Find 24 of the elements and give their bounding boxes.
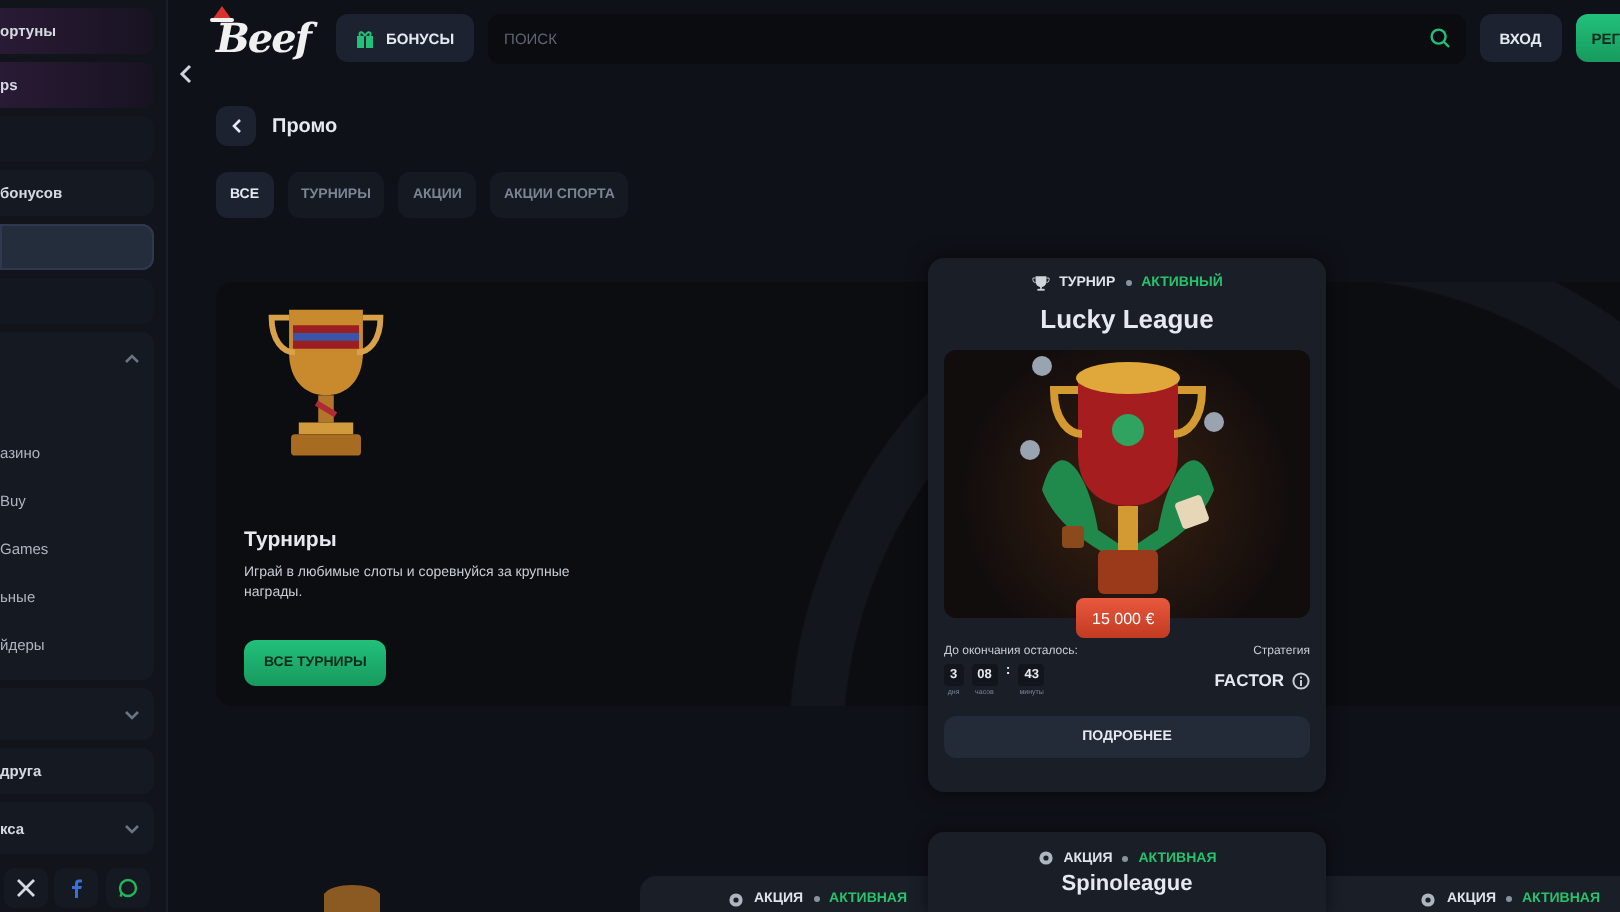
whatsapp-icon[interactable] <box>118 878 139 898</box>
page-title: Промо <box>272 115 338 137</box>
hat-icon <box>210 4 234 22</box>
trophy-icon <box>1031 274 1050 292</box>
back-button[interactable] <box>216 106 256 146</box>
chevron-down-icon[interactable] <box>122 819 142 837</box>
info-icon <box>1292 671 1310 689</box>
chevron-up-icon[interactable] <box>122 349 142 367</box>
prize-badge: 15 000 € <box>1076 598 1171 638</box>
chevron-down-icon[interactable] <box>122 705 142 723</box>
strategy-name: FACTOR <box>1214 670 1284 690</box>
chevron-left-icon[interactable] <box>178 64 194 84</box>
x-icon[interactable] <box>15 878 36 898</box>
separator-dot <box>1125 280 1132 286</box>
search-icon <box>1429 28 1450 48</box>
section-title: Турниры <box>244 527 339 552</box>
separator-dot <box>1122 855 1129 861</box>
chevron-left-icon <box>230 118 242 134</box>
card-title: Lucky League <box>1040 304 1214 334</box>
card-title: Spinoleague <box>1061 872 1193 896</box>
gift-icon <box>355 29 374 47</box>
separator-dot <box>1505 896 1512 902</box>
facebook-icon[interactable] <box>66 878 87 898</box>
separator-dot <box>813 896 820 902</box>
